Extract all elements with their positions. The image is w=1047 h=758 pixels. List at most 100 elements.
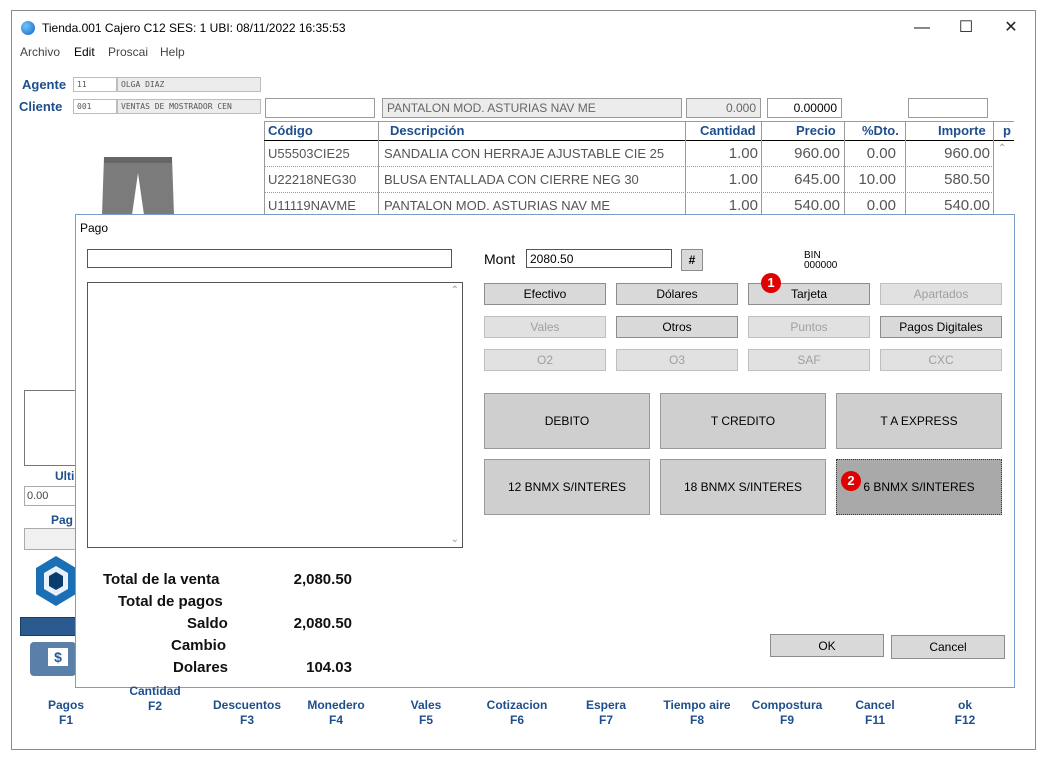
item-price-input[interactable]: 0.00000 — [767, 98, 842, 118]
row3-precio[interactable]: 540.00 — [764, 197, 840, 214]
fkey-espera[interactable]: Espera F7 — [576, 698, 636, 728]
dolares-label: Dolares — [173, 659, 229, 676]
row3-dto[interactable]: 0.00 — [848, 197, 896, 214]
ok-button[interactable]: OK — [770, 634, 884, 657]
cxc-button[interactable]: CXC — [880, 349, 1002, 371]
row2-codigo[interactable]: U22218NEG30 — [268, 172, 356, 187]
row-separator — [264, 192, 994, 193]
row1-dto[interactable]: 0.00 — [848, 145, 896, 162]
col-p[interactable]: p — [1003, 123, 1011, 138]
item-extra-input[interactable] — [908, 98, 988, 118]
t-a-express-button[interactable]: T A EXPRESS — [836, 393, 1002, 449]
row3-descripcion[interactable]: PANTALON MOD. ASTURIAS NAV ME — [384, 198, 610, 213]
puntos-button[interactable]: Puntos — [748, 316, 870, 338]
fkey-label: Monedero — [307, 698, 365, 712]
maximize-icon[interactable]: ☐ — [951, 17, 981, 39]
row2-cantidad[interactable]: 1.00 — [690, 171, 758, 188]
row2-dto[interactable]: 10.00 — [848, 171, 896, 188]
title-bar: Tienda.001 Cajero C12 SES: 1 UBI: 08/11/… — [12, 11, 1035, 43]
product-image — [100, 155, 176, 215]
row2-descripcion[interactable]: BLUSA ENTALLADA CON CIERRE NEG 30 — [384, 172, 639, 187]
item-code-input[interactable] — [265, 98, 375, 118]
row1-codigo[interactable]: U55503CIE25 — [268, 146, 350, 161]
6-bnmx-button[interactable]: 6 BNMX S/INTERES — [836, 459, 1002, 515]
18-bnmx-button[interactable]: 18 BNMX S/INTERES — [660, 459, 826, 515]
12-bnmx-button[interactable]: 12 BNMX S/INTERES — [484, 459, 650, 515]
fkey-monedero[interactable]: Monedero F4 — [298, 698, 374, 728]
col-importe[interactable]: Importe — [938, 123, 986, 138]
fkey-key: F7 — [598, 713, 613, 727]
fkey-key: F3 — [239, 713, 254, 727]
mont-label: Mont — [484, 251, 516, 267]
close-icon[interactable]: ✕ — [996, 17, 1026, 39]
pagos-digitales-button[interactable]: Pagos Digitales — [880, 316, 1002, 338]
fkey-cotizacion[interactable]: Cotizacion F6 — [478, 698, 556, 728]
agente-label: Agente — [22, 77, 67, 92]
menu-edit[interactable]: Edit — [74, 45, 95, 59]
grid-scroll-up-icon[interactable]: ⌃ — [998, 143, 1006, 154]
fkey-label: Espera — [585, 698, 627, 712]
saldo-value: 2,080.50 — [293, 615, 352, 632]
fkey-label: Tiempo aire — [663, 698, 731, 712]
ulti-label: Ulti — [55, 469, 75, 483]
payment-list-box[interactable]: ⌃ ⌄ — [87, 282, 463, 548]
col-codigo[interactable]: Código — [268, 123, 313, 138]
otros-button[interactable]: Otros — [616, 316, 738, 338]
col-cantidad[interactable]: Cantidad — [700, 123, 756, 138]
col-descripcion[interactable]: Descripción — [390, 123, 464, 138]
payment-reference-input[interactable] — [87, 249, 452, 268]
fkey-label: Compostura — [751, 698, 823, 712]
fkey-cancel[interactable]: Cancel F11 — [842, 698, 908, 728]
o2-button[interactable]: O2 — [484, 349, 606, 371]
fkey-cantidad[interactable]: Cantidad F2 — [120, 684, 190, 714]
fkey-vales[interactable]: Vales F5 — [396, 698, 456, 728]
minimize-icon[interactable]: — — [907, 17, 937, 39]
menu-help[interactable]: Help — [160, 45, 185, 59]
grid-header-line — [264, 140, 1014, 141]
fkey-descuentos[interactable]: Descuentos F3 — [206, 698, 288, 728]
agente-code-field[interactable]: 11 — [73, 77, 117, 92]
row3-importe[interactable]: 540.00 — [908, 197, 990, 214]
row2-importe[interactable]: 580.50 — [908, 171, 990, 188]
fkey-label: Cantidad — [129, 684, 181, 698]
row3-codigo[interactable]: U11119NAVME — [268, 198, 356, 213]
fkey-tiempo-aire[interactable]: Tiempo aire F8 — [656, 698, 738, 728]
pag-field — [24, 528, 76, 550]
saf-button[interactable]: SAF — [748, 349, 870, 371]
row1-precio[interactable]: 960.00 — [764, 145, 840, 162]
o3-button[interactable]: O3 — [616, 349, 738, 371]
fkey-pagos[interactable]: Pagos F1 — [36, 698, 96, 728]
fkey-key: F12 — [954, 713, 976, 727]
hash-button[interactable]: # — [681, 249, 703, 271]
col-divider — [685, 121, 686, 217]
fkey-key: F9 — [779, 713, 794, 727]
dolares-button[interactable]: Dólares — [616, 283, 738, 305]
vales-button[interactable]: Vales — [484, 316, 606, 338]
fkey-ok[interactable]: ok F12 — [934, 698, 996, 728]
row3-cantidad[interactable]: 1.00 — [690, 197, 758, 214]
agente-name-field: OLGA DIAZ — [117, 77, 261, 92]
row1-descripcion[interactable]: SANDALIA CON HERRAJE AJUSTABLE CIE 25 — [384, 146, 664, 161]
amount-input[interactable]: 2080.50 — [526, 249, 672, 268]
menu-archivo[interactable]: Archivo — [20, 45, 60, 59]
cancel-button[interactable]: Cancel — [891, 635, 1005, 659]
row1-cantidad[interactable]: 1.00 — [690, 145, 758, 162]
cash-register-icon[interactable]: $ — [30, 642, 76, 676]
list-scroll-down-icon[interactable]: ⌄ — [451, 534, 459, 545]
row2-precio[interactable]: 645.00 — [764, 171, 840, 188]
cliente-code-field[interactable]: 001 — [73, 99, 117, 114]
fkey-compostura[interactable]: Compostura F9 — [746, 698, 828, 728]
row1-importe[interactable]: 960.00 — [908, 145, 990, 162]
menu-proscai[interactable]: Proscai — [108, 45, 148, 59]
fkey-key: F2 — [147, 699, 162, 713]
fkey-key: F4 — [328, 713, 343, 727]
efectivo-button[interactable]: Efectivo — [484, 283, 606, 305]
col-divider — [761, 121, 762, 217]
step-badge-2: 2 — [841, 471, 861, 491]
list-scroll-up-icon[interactable]: ⌃ — [451, 285, 459, 296]
debito-button[interactable]: DEBITO — [484, 393, 650, 449]
t-credito-button[interactable]: T CREDITO — [660, 393, 826, 449]
apartados-button[interactable]: Apartados — [880, 283, 1002, 305]
col-precio[interactable]: Precio — [796, 123, 836, 138]
col-dto[interactable]: %Dto. — [862, 123, 899, 138]
